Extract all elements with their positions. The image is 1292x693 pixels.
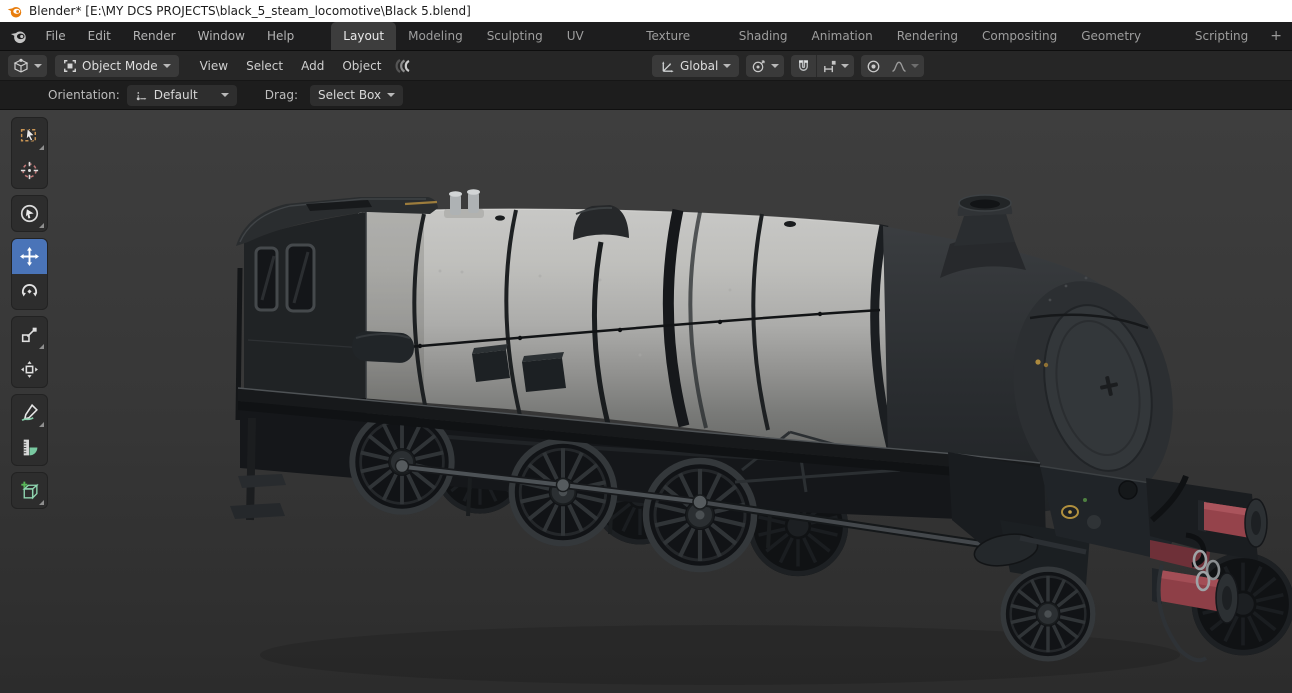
chevron-down-icon xyxy=(911,64,920,68)
magnet-icon xyxy=(799,59,809,71)
menu-add[interactable]: Add xyxy=(292,52,333,80)
menu-file[interactable]: File xyxy=(35,22,77,50)
blender-logo-icon xyxy=(7,6,22,17)
drag-label: Drag: xyxy=(264,88,298,102)
window-title: Blender* [E:\MY DCS PROJECTS\black_5_ste… xyxy=(29,4,471,18)
menu-view[interactable]: View xyxy=(191,52,237,80)
transform-orientation-dropdown[interactable]: Global xyxy=(652,55,740,77)
tab-animation[interactable]: Animation xyxy=(800,22,885,50)
tab-rendering[interactable]: Rendering xyxy=(885,22,970,50)
proportional-editing-icon xyxy=(867,60,880,72)
tool-move[interactable] xyxy=(12,239,47,274)
orientation-value: Default xyxy=(153,88,198,102)
tab-layout[interactable]: Layout xyxy=(331,22,397,50)
falloff-curve-icon xyxy=(892,61,907,72)
measure-ruler-icon xyxy=(23,439,38,456)
editor-type-selector[interactable] xyxy=(8,54,47,77)
tab-sculpting[interactable]: Sculpting xyxy=(475,22,555,50)
menu-edit[interactable]: Edit xyxy=(77,22,122,50)
viewport-3d[interactable] xyxy=(0,110,1292,693)
tool-rotate[interactable] xyxy=(12,274,47,309)
viewport-scene-locomotive[interactable] xyxy=(0,110,1292,693)
object-mode-icon xyxy=(64,59,76,72)
move-icon xyxy=(20,247,39,266)
tool-select-box[interactable] xyxy=(12,118,47,153)
drag-mode-value: Select Box xyxy=(317,88,382,102)
chevron-down-icon xyxy=(723,64,732,68)
menu-select[interactable]: Select xyxy=(237,52,292,80)
transform-snap-controls: Global xyxy=(652,55,925,77)
chevron-down-icon xyxy=(162,63,171,68)
topbar: File Edit Render Window Help Layout Mode… xyxy=(0,22,1292,71)
chevron-down-icon xyxy=(387,93,396,97)
snap-toggle-button[interactable] xyxy=(791,55,816,77)
transform-orientation-label: Global xyxy=(680,59,719,73)
snap-with-dropdown[interactable] xyxy=(817,55,854,77)
menu-help[interactable]: Help xyxy=(256,22,305,50)
snapping-controls xyxy=(791,55,855,77)
tool-select-circle[interactable] xyxy=(12,196,47,231)
add-workspace-button[interactable]: + xyxy=(1260,22,1292,50)
orientation-label: Orientation: xyxy=(48,88,120,102)
driving-wheel-front xyxy=(643,458,757,572)
tool-settings-bar: Orientation: Default Drag: Select Box xyxy=(0,81,1292,110)
tab-scripting[interactable]: Scripting xyxy=(1183,22,1260,50)
cursor-3d-icon xyxy=(20,161,39,180)
orientation-axes-icon xyxy=(662,60,674,72)
blender-app-icon[interactable] xyxy=(10,28,27,45)
scale-icon xyxy=(21,327,37,343)
tool-transform[interactable] xyxy=(12,352,47,387)
orientation-default-icon xyxy=(136,91,147,100)
pivot-point-dropdown[interactable] xyxy=(746,55,785,77)
tab-uv-editing[interactable]: UV Editing xyxy=(555,22,634,71)
viewport-header: Object Mode View Select Add Object Globa… xyxy=(0,51,1292,81)
add-cube-icon xyxy=(21,481,39,500)
transform-icon xyxy=(21,361,38,378)
mode-selector-dropdown[interactable]: Object Mode xyxy=(55,54,179,77)
chevron-down-icon xyxy=(34,63,42,68)
tool-cursor[interactable] xyxy=(12,153,47,188)
chevron-down-icon xyxy=(220,93,229,97)
select-circle-icon xyxy=(20,204,39,223)
tab-modeling[interactable]: Modeling xyxy=(396,22,475,50)
tool-annotate[interactable] xyxy=(12,395,47,430)
tab-geometry-nodes[interactable]: Geometry Nodes xyxy=(1069,22,1183,71)
proportional-editing-toggle[interactable] xyxy=(861,55,886,77)
rotate-icon xyxy=(21,284,38,297)
tab-texture-paint[interactable]: Texture Paint xyxy=(634,22,727,71)
tab-compositing[interactable]: Compositing xyxy=(970,22,1069,50)
menu-overflow-icon[interactable] xyxy=(394,58,412,74)
viewport-toolbar xyxy=(12,118,47,508)
chevron-down-icon xyxy=(771,64,780,68)
menu-object[interactable]: Object xyxy=(333,52,390,80)
mode-selector-label: Object Mode xyxy=(82,58,158,73)
chevron-down-icon xyxy=(841,64,850,68)
menu-render[interactable]: Render xyxy=(122,22,187,50)
bogie-wheel xyxy=(1001,567,1096,662)
workspace-tabs: Layout Modeling Sculpting UV Editing Tex… xyxy=(331,22,1292,71)
menu-window[interactable]: Window xyxy=(187,22,256,50)
drag-mode-dropdown[interactable]: Select Box xyxy=(309,84,404,106)
tool-scale[interactable] xyxy=(12,317,47,352)
editor-3d-viewport-icon xyxy=(13,58,29,73)
orientation-dropdown[interactable]: Default xyxy=(126,84,237,106)
pivot-point-icon xyxy=(753,59,765,72)
annotate-pen-icon xyxy=(21,403,38,422)
window-titlebar: Blender* [E:\MY DCS PROJECTS\black_5_ste… xyxy=(0,0,1292,22)
proportional-falloff-dropdown[interactable] xyxy=(886,55,924,77)
tab-shading[interactable]: Shading xyxy=(727,22,800,50)
tool-measure[interactable] xyxy=(12,430,47,465)
tool-add-cube[interactable] xyxy=(12,473,47,508)
select-box-icon xyxy=(20,127,37,142)
snap-increment-icon xyxy=(824,60,836,72)
proportional-editing-controls xyxy=(861,55,925,77)
